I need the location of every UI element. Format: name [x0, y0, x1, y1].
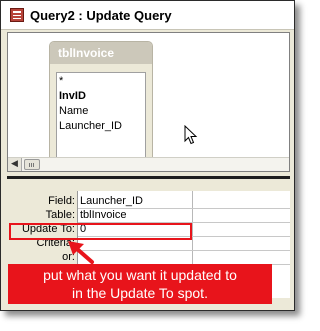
title-bar[interactable]: Query2 : Update Query [1, 1, 294, 30]
field-list[interactable]: * InvID Name Launcher_ID [56, 72, 146, 158]
table-field-list-box[interactable]: tblInvoice * InvID Name Launcher_ID [49, 41, 153, 163]
scroll-left-icon[interactable]: ◀ [8, 158, 22, 171]
table-cell[interactable]: tblInvoice [80, 208, 126, 222]
horizontal-scrollbar[interactable]: ◀ [8, 157, 289, 171]
field-item-launcher-id[interactable]: Launcher_ID [59, 119, 145, 134]
window-title: Query2 : Update Query [30, 7, 172, 23]
table-name[interactable]: tblInvoice [50, 42, 152, 64]
field-cell[interactable]: Launcher_ID [80, 194, 143, 208]
row-label-table: Table: [45, 209, 75, 221]
update-to-highlight [9, 223, 192, 240]
mouse-pointer-icon [184, 125, 198, 145]
annotation-callout: put what you want it updated to in the U… [8, 264, 272, 304]
annotation-arrow-icon [68, 241, 94, 264]
field-item-all[interactable]: * [59, 74, 145, 89]
scroll-thumb[interactable] [24, 159, 40, 170]
callout-line-1: put what you want it updated to [43, 267, 237, 283]
field-item-invid[interactable]: InvID [59, 89, 145, 104]
table-pane[interactable]: tblInvoice * InvID Name Launcher_ID ◀ [7, 32, 290, 172]
field-item-name[interactable]: Name [59, 104, 145, 119]
callout-line-2: in the Update To spot. [72, 285, 208, 301]
pane-splitter[interactable] [7, 176, 290, 179]
grid-divider [78, 250, 290, 251]
query-window-icon [10, 8, 24, 22]
row-label-field: Field: [48, 195, 75, 207]
